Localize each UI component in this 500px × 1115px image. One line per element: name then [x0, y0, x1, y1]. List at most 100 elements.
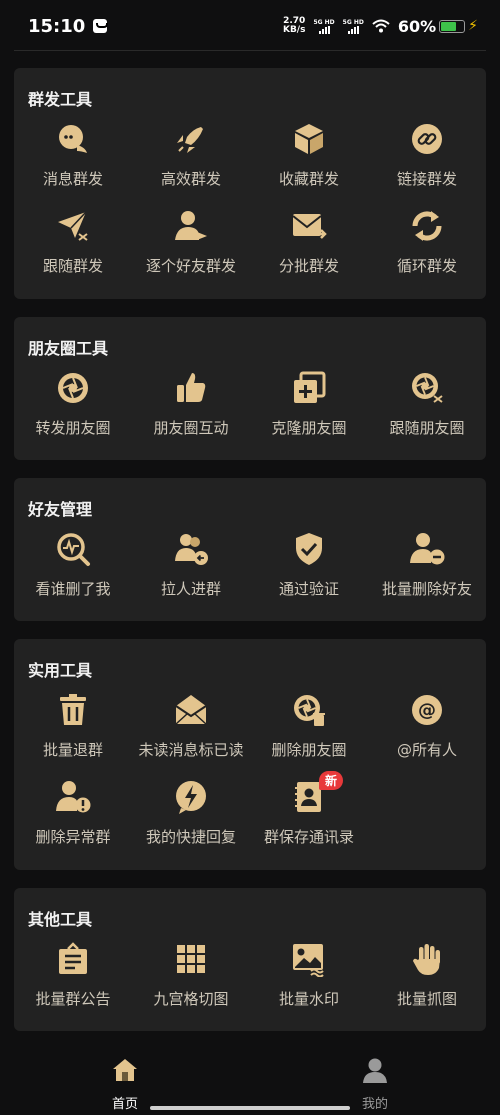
tool-one-by-one-broadcast[interactable]: 逐个好友群发: [132, 208, 250, 276]
tool-label: 批量群公告: [35, 990, 111, 1008]
network-speed-unit: KB/s: [282, 25, 306, 35]
section-title: 群发工具: [28, 90, 93, 109]
tool-message-broadcast[interactable]: 消息群发: [14, 121, 132, 189]
tab-mine[interactable]: 我的: [335, 1057, 415, 1112]
tool-pull-into-group[interactable]: 拉人进群: [132, 531, 250, 599]
notice-board-icon: [59, 942, 87, 974]
tool-delete-moments[interactable]: 删除朋友圈: [250, 692, 368, 760]
thumbs-up-icon: [177, 373, 206, 402]
tool-label: 群保存通讯录: [263, 828, 354, 846]
tool-moments-interaction[interactable]: 朋友圈互动: [132, 370, 250, 438]
tool-mark-unread-as-read[interactable]: 未读消息标已读: [132, 692, 250, 760]
tool-batch-grab-images[interactable]: 批量抓图: [368, 941, 486, 1009]
signal-1-label: 5G HD: [313, 18, 335, 26]
signal-1: 5G HD: [313, 18, 335, 34]
signal-2: 5G HD: [343, 19, 364, 34]
status-time: 15:10: [28, 15, 86, 37]
at-sign-icon: @: [412, 695, 442, 725]
lightning-icon: [176, 781, 206, 814]
tool-batch-watermark[interactable]: 批量水印: [250, 941, 368, 1009]
tool-forward-moments[interactable]: 转发朋友圈: [14, 370, 132, 438]
new-badge: 新: [319, 771, 344, 790]
bottom-tab-bar: 首页 我的: [0, 1045, 500, 1115]
envelope-arrow-icon: [292, 214, 327, 239]
tool-save-groups-to-contacts[interactable]: 群保存通讯录 新: [250, 771, 368, 847]
tool-label: 克隆朋友圈: [271, 419, 347, 437]
search-pulse-icon: [57, 533, 90, 566]
shield-check-icon: [296, 533, 322, 565]
svg-text:@: @: [418, 700, 436, 721]
tool-clone-moments[interactable]: 克隆朋友圈: [250, 370, 368, 438]
image-watermark-icon: [293, 944, 324, 977]
user-warning-icon: [56, 781, 91, 813]
tool-loop-broadcast[interactable]: 循环群发: [368, 208, 486, 276]
tool-link-broadcast[interactable]: 链接群发: [368, 121, 486, 189]
user-send-icon: [175, 211, 207, 240]
tool-pass-verification[interactable]: 通过验证: [250, 531, 368, 599]
tool-delete-abnormal-groups[interactable]: 删除异常群: [14, 779, 132, 847]
tool-nine-grid-cut[interactable]: 九宫格切图: [132, 941, 250, 1009]
tool-quick-reply[interactable]: 我的快捷回复: [132, 779, 250, 847]
tool-label: 我的快捷回复: [145, 828, 236, 846]
grab-hand-icon: [413, 944, 440, 975]
battery-percent: 60%: [397, 16, 437, 36]
tool-label: @所有人: [396, 741, 457, 759]
message-notification-icon: [93, 19, 109, 33]
tool-label: 九宫格切图: [153, 990, 229, 1008]
tool-label: 转发朋友圈: [35, 419, 111, 437]
tool-label: 通过验证: [278, 580, 339, 598]
status-indicators: 2.70 KB/s 5G HD 5G HD 60% ⚡: [283, 17, 478, 36]
tool-label: 拉人进群: [160, 580, 221, 598]
status-bar: 15:10 2.70 KB/s 5G HD 5G HD 60% ⚡: [0, 0, 500, 52]
tool-at-everyone[interactable]: @ @所有人: [368, 692, 486, 760]
tool-batch-delete-friends[interactable]: 批量删除好友: [368, 531, 486, 599]
signal-2-label: 5G HD: [342, 18, 364, 26]
rocket-icon: [177, 127, 203, 153]
tool-label: 跟随群发: [42, 257, 103, 275]
tool-label: 链接群发: [396, 170, 457, 188]
tool-follow-moments[interactable]: 跟随朋友圈: [368, 370, 486, 438]
link-icon: [412, 124, 442, 154]
user-minus-icon: [410, 533, 445, 565]
battery-icon: [439, 19, 466, 33]
section-title: 好友管理: [28, 500, 93, 519]
aperture-shuffle-icon: [412, 373, 443, 403]
tool-label: 朋友圈互动: [153, 419, 229, 437]
signal-bars-icon: [347, 25, 359, 34]
signal-bars-icon: [318, 25, 330, 34]
section-title: 朋友圈工具: [28, 339, 109, 358]
section-utility-tools: 实用工具 批量退群 未读消息标已读 删除朋友圈 @ @所有人 删除异常群 我的快…: [14, 639, 486, 870]
aperture-icon: [58, 373, 88, 403]
tool-favorites-broadcast[interactable]: 收藏群发: [250, 121, 368, 189]
trash-icon: [60, 694, 86, 725]
tool-label: 删除朋友圈: [271, 741, 347, 759]
battery: 60% ⚡: [398, 17, 478, 36]
home-indicator[interactable]: [150, 1106, 350, 1110]
cube-icon: [295, 124, 323, 154]
tool-follow-broadcast[interactable]: 跟随群发: [14, 208, 132, 276]
tool-who-deleted-me[interactable]: 看谁删了我: [14, 531, 132, 599]
top-divider: [14, 50, 486, 51]
section-title: 实用工具: [28, 661, 93, 680]
cycle-arrows-icon: [412, 211, 442, 241]
tab-home[interactable]: 首页: [85, 1057, 165, 1112]
chat-bubbles-icon: [59, 125, 87, 153]
paper-plane-shuffle-icon: [58, 211, 88, 241]
section-mass-send: 群发工具 消息群发 高效群发 收藏群发 链接群发 跟随群发 逐个好友群发 分批群…: [14, 68, 486, 299]
tool-label: 批量删除好友: [381, 580, 472, 598]
tool-batch-leave-groups[interactable]: 批量退群: [14, 692, 132, 760]
tool-label: 批量退群: [42, 741, 103, 759]
wifi-icon: [372, 19, 390, 33]
tool-efficient-broadcast[interactable]: 高效群发: [132, 121, 250, 189]
tool-label: 跟随朋友圈: [389, 419, 465, 437]
clone-plus-icon: [294, 371, 326, 403]
tool-label: 循环群发: [396, 257, 457, 275]
tool-batch-group-announcement[interactable]: 批量群公告: [14, 941, 132, 1009]
tool-label: 收藏群发: [278, 170, 339, 188]
user-profile-icon: [363, 1058, 387, 1083]
section-other-tools: 其他工具 批量群公告 九宫格切图 批量水印 批量抓图: [14, 888, 486, 1031]
aperture-delete-icon: [294, 695, 325, 726]
tool-batch-broadcast[interactable]: 分批群发: [250, 208, 368, 276]
users-add-icon: [175, 534, 208, 565]
nine-grid-icon: [177, 945, 205, 973]
